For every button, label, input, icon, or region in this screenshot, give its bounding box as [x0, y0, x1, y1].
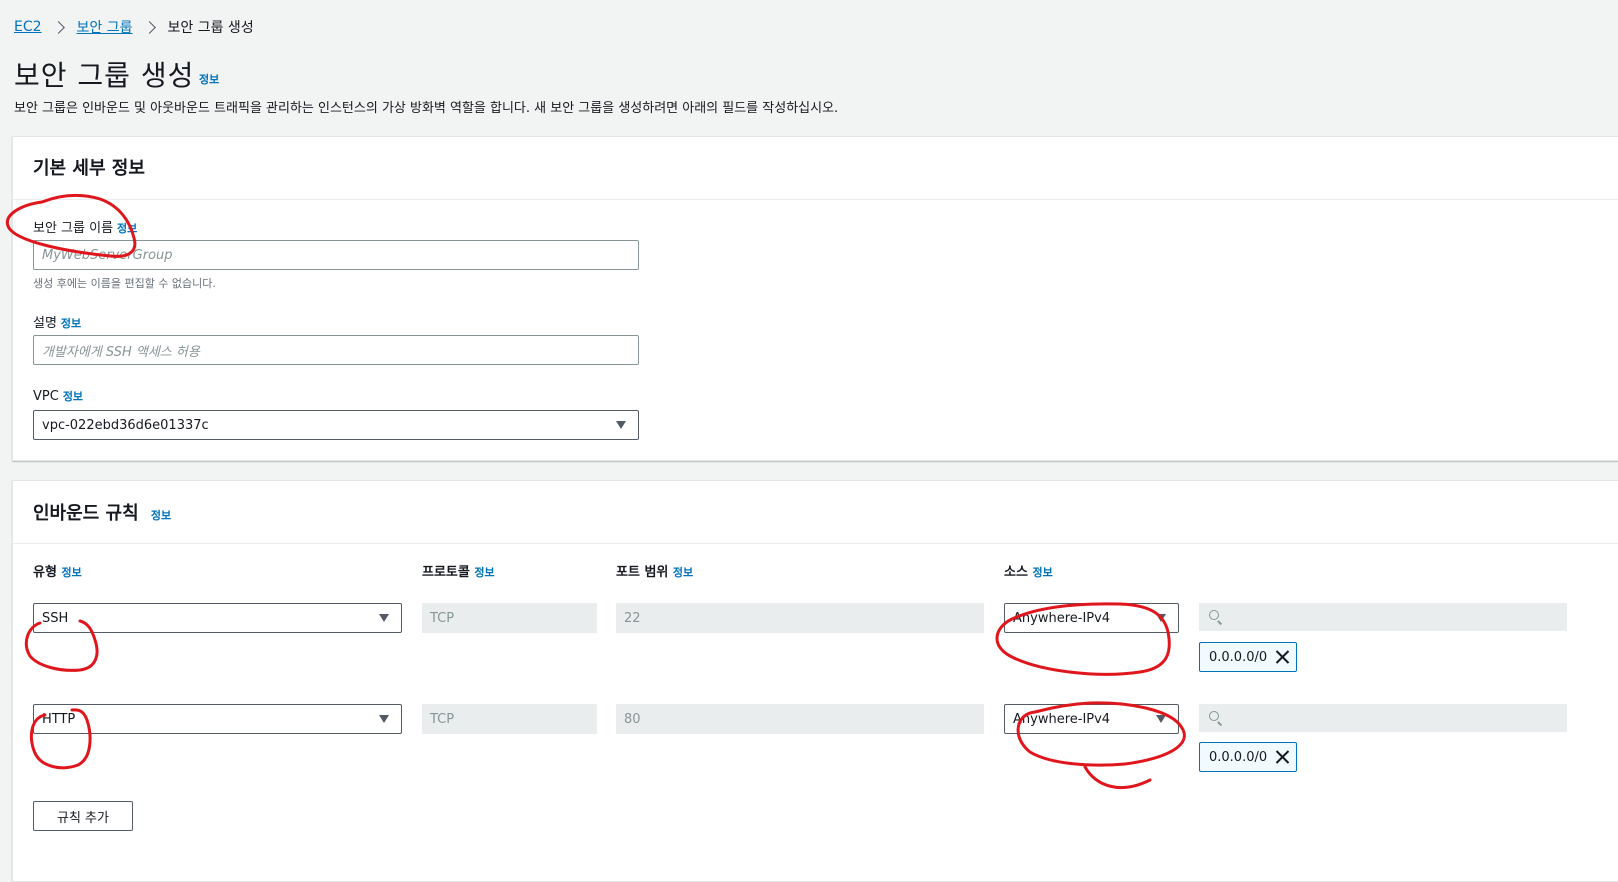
field-label: VPC	[33, 389, 59, 404]
input-placeholder: MyWebServerGroup	[42, 247, 173, 263]
field-label: 보안 그룹 이름	[33, 221, 114, 236]
col-protocol: 프로토콜 정보	[422, 561, 495, 580]
caret-down-icon	[616, 421, 626, 429]
caret-down-icon	[1156, 614, 1166, 622]
panel-header: 기본 세부 정보	[13, 137, 1618, 200]
breadcrumb-security-groups-link[interactable]: 보안 그룹	[77, 17, 133, 37]
close-icon[interactable]	[1274, 749, 1290, 765]
select-value: SSH	[42, 610, 69, 626]
page-description: 보안 그룹은 인바운드 및 아웃바운드 트래픽을 관리하는 인스턴스의 가상 방…	[14, 101, 839, 116]
search-icon	[1209, 610, 1223, 625]
column-label: 프로토콜	[422, 565, 470, 580]
token-label: 0.0.0.0/0	[1209, 649, 1268, 665]
caret-down-icon	[379, 715, 389, 723]
select-value: vpc-022ebd36d6e01337c	[42, 417, 209, 433]
info-link[interactable]: 정보	[474, 566, 494, 579]
info-link[interactable]: 정보	[151, 509, 171, 522]
page-title: 보안 그룹 생성	[14, 59, 195, 92]
breadcrumb-current: 보안 그룹 생성	[167, 20, 254, 36]
inbound-rules-panel: 인바운드 규칙 정보 유형 정보 프로토콜 정보 포트 범위 정보 소스 정보 …	[12, 480, 1618, 882]
chevron-right-icon	[142, 20, 156, 34]
caret-down-icon	[379, 614, 389, 622]
select-value: Anywhere-IPv4	[1013, 711, 1111, 727]
description-input[interactable]: 개발자에게 SSH 액세스 허용	[33, 335, 639, 365]
name-hint: 생성 후에는 이름을 편집할 수 없습니다.	[33, 277, 216, 290]
security-group-name-label: 보안 그룹 이름 정보	[33, 217, 137, 236]
info-link[interactable]: 정보	[673, 566, 693, 579]
rule-source-select[interactable]: Anywhere-IPv4	[1004, 704, 1179, 734]
column-label: 포트 범위	[616, 565, 669, 580]
token-label: 0.0.0.0/0	[1209, 749, 1268, 765]
col-source: 소스 정보	[1004, 561, 1053, 580]
info-link[interactable]: 정보	[61, 566, 81, 579]
add-rule-button[interactable]: 규칙 추가	[33, 801, 133, 831]
info-link[interactable]: 정보	[61, 317, 81, 330]
breadcrumb: EC2 보안 그룹 보안 그룹 생성	[14, 17, 254, 37]
info-link[interactable]: 정보	[63, 390, 83, 403]
panel-title: 인바운드 규칙 정보	[33, 499, 171, 525]
caret-down-icon	[1156, 715, 1166, 723]
security-group-name-input[interactable]: MyWebServerGroup	[33, 240, 639, 270]
select-value: HTTP	[42, 711, 76, 727]
panel-title-text: 인바운드 규칙	[33, 503, 139, 524]
close-icon[interactable]	[1274, 649, 1290, 665]
rule-port-field: 80	[616, 704, 984, 734]
info-link[interactable]: 정보	[117, 222, 137, 235]
column-label: 소스	[1004, 565, 1028, 580]
rule-type-select[interactable]: SSH	[33, 603, 402, 633]
search-icon	[1209, 711, 1223, 726]
basic-details-panel: 기본 세부 정보 보안 그룹 이름 정보 MyWebServerGroup 생성 …	[12, 136, 1618, 461]
breadcrumb-ec2-link[interactable]: EC2	[14, 19, 42, 35]
rule-type-select[interactable]: HTTP	[33, 704, 402, 734]
vpc-select[interactable]: vpc-022ebd36d6e01337c	[33, 410, 639, 440]
cidr-search-input[interactable]	[1199, 603, 1567, 631]
page-info-link[interactable]: 정보	[199, 71, 219, 87]
rule-port-field: 22	[616, 603, 984, 633]
cidr-token: 0.0.0.0/0	[1199, 742, 1297, 772]
rule-protocol-field: TCP	[422, 704, 597, 734]
select-value: Anywhere-IPv4	[1013, 610, 1111, 626]
info-link[interactable]: 정보	[1032, 566, 1052, 579]
column-label: 유형	[33, 565, 57, 580]
cidr-token: 0.0.0.0/0	[1199, 642, 1297, 672]
panel-title: 기본 세부 정보	[33, 158, 145, 179]
col-port-range: 포트 범위 정보	[616, 561, 693, 580]
field-label: 설명	[33, 316, 57, 331]
cidr-search-input[interactable]	[1199, 704, 1567, 732]
input-placeholder: 개발자에게 SSH 액세스 허용	[42, 344, 200, 360]
panel-header: 인바운드 규칙 정보	[13, 481, 1618, 544]
rule-source-select[interactable]: Anywhere-IPv4	[1004, 603, 1179, 633]
description-label: 설명 정보	[33, 312, 81, 331]
chevron-right-icon	[51, 20, 65, 34]
rule-protocol-field: TCP	[422, 603, 597, 633]
col-type: 유형 정보	[33, 561, 82, 580]
vpc-label: VPC 정보	[33, 388, 83, 404]
